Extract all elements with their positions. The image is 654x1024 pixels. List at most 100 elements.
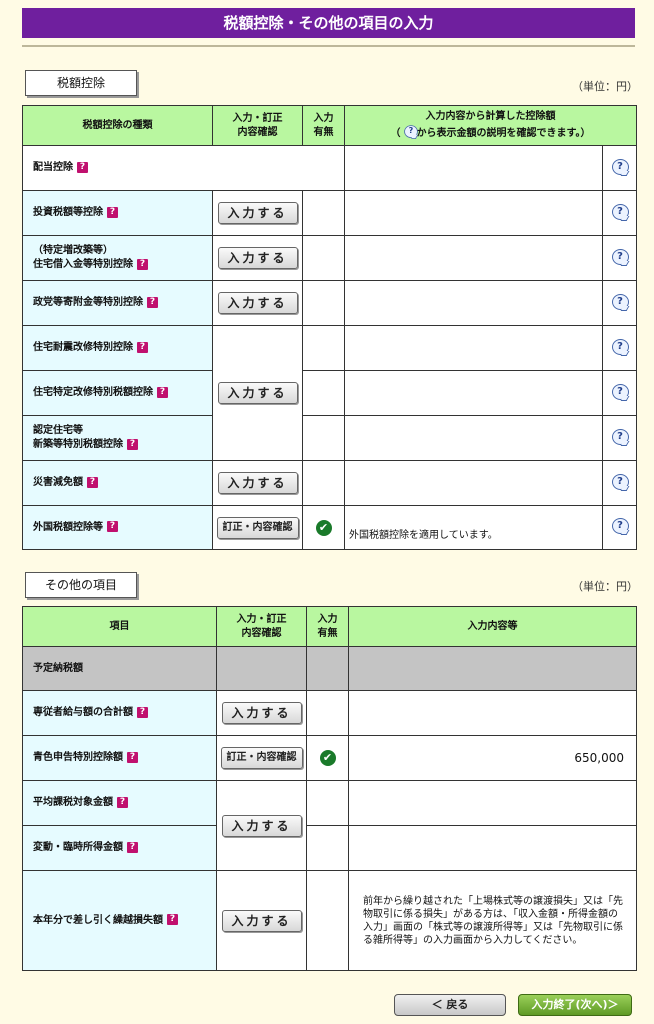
- input-button-carryover-loss[interactable]: 入力する: [221, 909, 302, 932]
- input-button-disaster[interactable]: 入力する: [217, 472, 298, 494]
- header-kind: 税額控除の種類: [22, 105, 213, 146]
- blue-return-value: 650,000: [348, 735, 637, 781]
- row-label: 配当控除: [33, 162, 73, 173]
- question-mark-icon[interactable]: ?: [137, 341, 148, 353]
- question-mark-icon[interactable]: ?: [137, 258, 148, 270]
- row-label: 政党等寄附金等特別控除: [33, 297, 143, 308]
- input-cell: 入力する: [216, 870, 307, 971]
- amount-cell: [344, 280, 603, 326]
- check-circle-icon: ✔: [315, 519, 332, 536]
- input-button-political-donation[interactable]: 入力する: [217, 292, 298, 314]
- help-balloon-icon[interactable]: [610, 158, 630, 175]
- finish-next-button[interactable]: 入力終了(次へ)＞: [518, 994, 632, 1016]
- row-label: 住宅特定改修特別税額控除: [33, 387, 153, 398]
- check-circle-icon: ✔: [319, 750, 336, 766]
- help-cell: [602, 325, 637, 371]
- amount-cell: [344, 370, 603, 416]
- help-cell: [602, 190, 637, 236]
- question-mark-icon[interactable]: ?: [77, 161, 88, 173]
- header-content: 入力内容等: [348, 606, 637, 647]
- help-cell: [602, 370, 637, 416]
- amount-cell: [344, 460, 603, 506]
- status-cell: [302, 370, 345, 416]
- question-mark-icon[interactable]: ?: [107, 521, 118, 532]
- help-balloon-icon[interactable]: [610, 383, 630, 400]
- tax-credit-table: 税額控除の種類 入力・訂正 内容確認 入力 有無 入力内容から計算した控除額 （…: [22, 105, 637, 550]
- row-political-donation-credit: 政党等寄附金等特別控除?: [22, 280, 213, 326]
- content-cell: [348, 825, 637, 871]
- section-tab-other-items: その他の項目: [25, 572, 137, 598]
- row-label: 住宅耐震改修特別控除: [33, 342, 133, 353]
- header-amount-post: から表示金額の説明を確認できます。）: [416, 128, 591, 139]
- status-cell: [302, 235, 345, 281]
- question-mark-icon[interactable]: ?: [87, 476, 98, 488]
- question-mark-icon[interactable]: ?: [127, 841, 138, 853]
- row-label: 本年分で差し引く繰越損失額: [33, 914, 163, 926]
- unit-label: （単位：円）: [572, 580, 638, 593]
- content-cell: [348, 690, 637, 736]
- status-cell: [306, 646, 349, 691]
- page-title: 税額控除・その他の項目の入力: [22, 8, 635, 38]
- carryover-loss-note: 前年から繰り越された「上場株式等の譲渡損失」又は「先物取引に係る損失」がある方は…: [348, 870, 637, 971]
- amount-cell: [344, 190, 603, 236]
- input-button-average-taxation[interactable]: 入力する: [221, 814, 302, 837]
- input-button-housing-loan[interactable]: 入力する: [217, 247, 298, 269]
- status-cell: [306, 780, 349, 826]
- row-label: 投資税額等控除: [33, 207, 103, 218]
- confirm-button-blue-return[interactable]: 訂正・内容確認: [220, 747, 303, 769]
- row-variable-income: 変動・臨時所得金額?: [22, 825, 217, 871]
- row-label: 平均課税対象金額: [33, 797, 113, 808]
- question-mark-icon[interactable]: ?: [157, 386, 168, 398]
- amount-cell: [344, 415, 603, 461]
- help-balloon-icon[interactable]: [610, 473, 630, 490]
- question-mark-icon[interactable]: ?: [137, 706, 148, 718]
- input-button-investment[interactable]: 入力する: [217, 202, 298, 224]
- input-cell: [216, 646, 307, 691]
- header-amount-pre: （: [390, 128, 401, 139]
- input-cell: 入力する: [216, 690, 307, 736]
- content-cell: [348, 646, 637, 691]
- input-cell: 訂正・内容確認: [216, 735, 307, 781]
- status-cell: ✔: [302, 505, 345, 550]
- row-average-taxation: 平均課税対象金額?: [22, 780, 217, 826]
- help-balloon-icon[interactable]: [610, 428, 630, 445]
- question-mark-icon[interactable]: ?: [107, 206, 118, 218]
- row-label: 予定納税額: [33, 662, 83, 674]
- help-balloon-icon[interactable]: [610, 293, 630, 310]
- section-tab-tax-credit: 税額控除: [25, 70, 137, 96]
- input-cell: 訂正・内容確認: [212, 505, 303, 550]
- input-cell: 入力する: [212, 460, 303, 506]
- input-button-family-salary[interactable]: 入力する: [221, 702, 302, 724]
- input-cell: 入力する: [212, 235, 303, 281]
- row-label: 専従者給与額の合計額: [33, 707, 133, 718]
- help-cell: [602, 235, 637, 281]
- help-balloon-icon[interactable]: [610, 248, 630, 265]
- input-cell: 入力する: [216, 780, 307, 871]
- status-cell: [306, 825, 349, 871]
- help-balloon-icon[interactable]: [610, 338, 630, 355]
- header-status: 入力 有無: [306, 606, 349, 647]
- header-amount-line2: （ から表示金額の説明を確認できます。）: [345, 124, 636, 141]
- help-balloon-icon[interactable]: [610, 518, 630, 534]
- help-cell: [602, 415, 637, 461]
- help-cell: [602, 505, 637, 550]
- header-input: 入力・訂正 内容確認: [216, 606, 307, 647]
- confirm-button-foreign-tax[interactable]: 訂正・内容確認: [216, 516, 299, 539]
- help-cell: [602, 280, 637, 326]
- input-button-housing-improvement[interactable]: 入力する: [217, 382, 298, 404]
- question-mark-icon[interactable]: ?: [127, 438, 138, 450]
- row-estimated-tax: 予定納税額: [22, 646, 217, 691]
- foreign-tax-note: 外国税額控除を適用しています。: [344, 505, 603, 550]
- status-cell: [302, 280, 345, 326]
- question-mark-icon[interactable]: ?: [147, 296, 158, 308]
- amount-cell: [344, 325, 603, 371]
- help-balloon-icon[interactable]: [610, 203, 630, 220]
- question-mark-icon[interactable]: ?: [167, 914, 178, 925]
- row-specific-renovation-credit: 住宅特定改修特別税額控除?: [22, 370, 213, 416]
- question-mark-icon[interactable]: ?: [127, 751, 138, 763]
- row-seismic-retrofit-credit: 住宅耐震改修特別控除?: [22, 325, 213, 371]
- header-item: 項目: [22, 606, 217, 647]
- question-mark-icon[interactable]: ?: [117, 796, 128, 808]
- back-button[interactable]: ＜ 戻る: [394, 994, 506, 1016]
- row-housing-loan-credit: （特定増改築等） 住宅借入金等特別控除?: [22, 235, 213, 281]
